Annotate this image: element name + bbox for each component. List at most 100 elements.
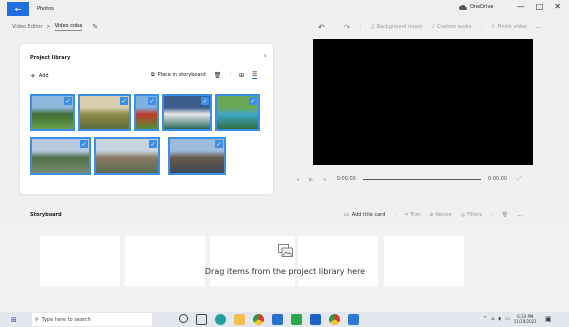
- thumb-red-flowers[interactable]: ✓: [134, 94, 159, 131]
- arrow-left-icon: ←: [14, 4, 22, 14]
- place-in-storyboard-button[interactable]: ⧉ Place in storyboard: [151, 72, 206, 78]
- audio-icon: ♪: [431, 24, 435, 30]
- undo-button[interactable]: ↶: [318, 23, 325, 32]
- add-button[interactable]: + Add: [30, 72, 49, 80]
- filters-label: Filters: [467, 212, 483, 218]
- notification-icon[interactable]: ▣: [545, 315, 552, 323]
- playback-controls: ◂ ▶ ▸ 0:00.00 0:00.00 ⤢: [296, 173, 546, 185]
- delete-icon[interactable]: 🗑: [214, 72, 222, 79]
- resize-icon: ⊕: [429, 212, 434, 218]
- storyboard-icon: ⧉: [151, 72, 155, 78]
- onedrive-button[interactable]: OneDrive: [459, 4, 494, 10]
- app-title: Photos: [37, 6, 54, 12]
- finish-video-label: Finish video: [497, 24, 527, 30]
- filters-button[interactable]: ◎ Filters: [461, 212, 482, 218]
- edge-icon[interactable]: [215, 314, 226, 325]
- library-toolbar: + Add ⧉ Place in storyboard 🗑 | ⊞ ☰: [30, 71, 263, 81]
- mail-icon[interactable]: [348, 314, 359, 325]
- video-preview[interactable]: [313, 39, 533, 165]
- trim-button[interactable]: ⌗ Trim: [405, 212, 420, 218]
- thumb-lake-tree[interactable]: ✓: [30, 94, 75, 131]
- clock-date: 11/19/2021: [513, 319, 537, 324]
- storyboard-slot: [384, 236, 464, 286]
- collapse-library-button[interactable]: ‹: [264, 51, 267, 60]
- checkmark-icon[interactable]: ✓: [80, 140, 88, 148]
- resize-button[interactable]: ⊕ Resize: [429, 212, 451, 218]
- trim-icon: ⌗: [405, 212, 408, 218]
- storyboard-header: Storyboard ▭ Add title card | ⌗ Trim ⊕ R…: [0, 204, 569, 226]
- play-icon[interactable]: ▶: [309, 176, 314, 183]
- thumb-hills[interactable]: ✓: [78, 94, 131, 131]
- total-time: 0:00.00: [487, 176, 508, 182]
- fullscreen-icon[interactable]: ⤢: [517, 175, 522, 183]
- title-card-icon: ▭: [344, 212, 349, 218]
- grid-view-icon[interactable]: ⊞: [239, 72, 244, 79]
- drop-hint: Drag items from the project library here: [204, 267, 366, 276]
- close-button[interactable]: ✕: [554, 2, 561, 11]
- project-library-panel: Project library ‹ + Add ⧉ Place in story…: [20, 44, 273, 194]
- file-explorer-icon[interactable]: [234, 314, 245, 325]
- chevron-up-icon[interactable]: ^: [483, 316, 487, 322]
- list-view-icon[interactable]: ☰: [252, 71, 258, 79]
- volume-icon[interactable]: ◖: [498, 316, 501, 322]
- toolbar-divider: |: [480, 24, 483, 30]
- storyboard-title: Storyboard: [30, 212, 62, 218]
- thumb-waterfall-pool[interactable]: ✓: [215, 94, 260, 131]
- custom-audio-button[interactable]: ♪ Custom audio: [432, 24, 472, 30]
- thumb-village[interactable]: ✓: [168, 137, 226, 175]
- checkmark-icon[interactable]: ✓: [249, 97, 257, 105]
- pencil-icon[interactable]: ✎: [92, 23, 98, 31]
- back-button[interactable]: ←: [7, 2, 29, 16]
- clock[interactable]: 6:33 PM 11/19/2021: [514, 314, 537, 324]
- thumb-mountain-lake[interactable]: ✓: [162, 94, 212, 131]
- checkmark-icon[interactable]: ✓: [149, 140, 157, 148]
- breadcrumb-separator: >: [46, 24, 51, 30]
- chrome-icon[interactable]: [253, 314, 264, 325]
- project-library-title: Project library: [30, 55, 71, 61]
- windows-start-icon[interactable]: ⊞: [11, 316, 21, 324]
- checkmark-icon[interactable]: ✓: [120, 97, 128, 105]
- task-view-icon[interactable]: [196, 314, 207, 325]
- photos-icon[interactable]: [272, 314, 283, 325]
- background-music-button[interactable]: ♫ Background music: [370, 24, 423, 30]
- checkmark-icon[interactable]: ✓: [201, 97, 209, 105]
- store-icon[interactable]: [310, 314, 321, 325]
- network-icon[interactable]: ⌂: [491, 316, 494, 322]
- add-title-card-button[interactable]: ▭ Add title card: [344, 212, 385, 218]
- seek-bar[interactable]: [362, 178, 481, 180]
- breadcrumb-root[interactable]: Video Editor: [12, 24, 42, 30]
- redo-button[interactable]: ↷: [344, 23, 351, 32]
- title-bar: ← Photos OneDrive — □ ✕: [0, 0, 569, 18]
- app-icon[interactable]: [291, 314, 302, 325]
- current-time: 0:00.00: [336, 176, 356, 182]
- chrome-icon-2[interactable]: [329, 314, 340, 325]
- more-options-button[interactable]: …: [536, 24, 541, 30]
- search-icon: ⚲: [35, 316, 39, 323]
- checkmark-icon[interactable]: ✓: [215, 140, 223, 148]
- previous-frame-icon[interactable]: ◂: [296, 176, 299, 183]
- checkmark-icon[interactable]: ✓: [64, 97, 72, 105]
- breadcrumb-current[interactable]: Video coba: [54, 23, 83, 31]
- storyboard-slot: [125, 236, 205, 286]
- cloud-icon: [459, 4, 467, 10]
- add-title-card-label: Add title card: [351, 212, 386, 218]
- place-in-storyboard-label: Place in storyboard: [157, 72, 206, 78]
- thumb-stone-bridge[interactable]: ✓: [94, 137, 160, 175]
- cortana-icon[interactable]: [179, 314, 188, 323]
- minimize-button[interactable]: —: [517, 2, 525, 11]
- add-label: Add: [38, 73, 49, 79]
- thumb-mountain-river[interactable]: ✓: [30, 137, 91, 175]
- music-icon: ♫: [370, 24, 375, 30]
- toolbar-divider: |: [394, 212, 397, 218]
- battery-icon[interactable]: ▭: [505, 316, 510, 322]
- delete-icon[interactable]: 🗑: [502, 212, 508, 218]
- next-frame-icon[interactable]: ▸: [324, 176, 327, 183]
- filters-icon: ◎: [460, 212, 466, 218]
- checkmark-icon[interactable]: ✓: [148, 97, 156, 105]
- editor-toolbar: ↶ ↷ | ♫ Background music ♪ Custom audio …: [318, 21, 541, 33]
- storyboard-more-button[interactable]: …: [517, 212, 522, 218]
- maximize-button[interactable]: □: [536, 2, 544, 11]
- taskbar-search[interactable]: ⚲ Type here to search: [32, 313, 152, 326]
- trim-label: Trim: [409, 212, 421, 218]
- finish-video-button[interactable]: ⇪ Finish video: [491, 24, 527, 30]
